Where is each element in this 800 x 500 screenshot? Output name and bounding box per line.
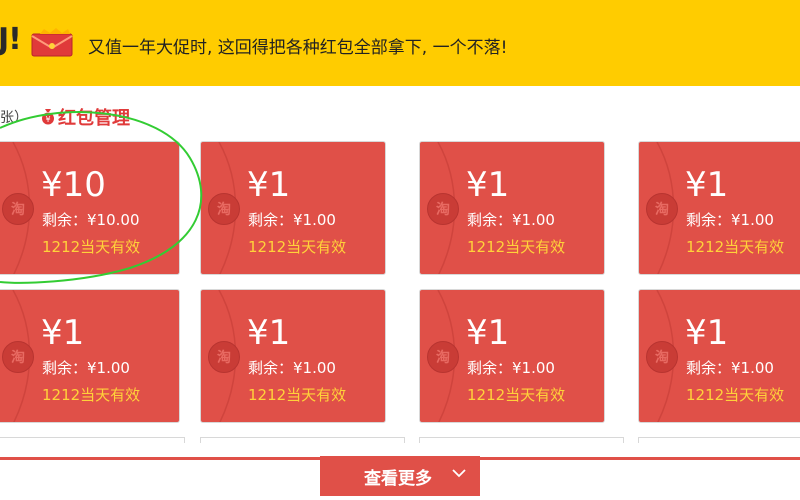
chevron-down-icon[interactable]	[452, 468, 466, 478]
red-packet-card[interactable]: 淘 ¥1 剩余：¥1.00 1212当天有效	[419, 141, 605, 275]
packet-validity: 1212当天有效	[467, 238, 566, 256]
section-count-fragment: 张）	[0, 110, 28, 126]
packet-remaining: 剩余：¥1.00	[686, 359, 774, 377]
red-packet-card[interactable]: 淘 ¥10 剩余：¥10.00 1212当天有效	[0, 141, 180, 275]
red-envelope-icon	[31, 28, 73, 57]
packet-validity: 1212当天有效	[248, 386, 347, 404]
banner-slogan: 又值一年大促时, 这回得把各种红包全部拿下, 一个不落!	[88, 38, 508, 58]
partial-packet	[200, 437, 405, 443]
taobao-seal-icon: 淘	[2, 193, 34, 225]
packet-remaining: 剩余：¥1.00	[467, 359, 555, 377]
packet-remaining: 剩余：¥1.00	[686, 211, 774, 229]
packet-remaining: 剩余：¥1.00	[42, 359, 130, 377]
svg-text:¥: ¥	[45, 115, 50, 124]
view-more-label[interactable]: 查看更多	[364, 464, 432, 489]
packet-amount: ¥1	[247, 165, 291, 205]
packet-amount: ¥1	[685, 165, 729, 205]
packet-remaining: 剩余：¥1.00	[248, 359, 336, 377]
packet-validity: 1212当天有效	[42, 386, 141, 404]
packet-validity: 1212当天有效	[42, 238, 141, 256]
packet-validity: 1212当天有效	[248, 238, 347, 256]
packet-amount: ¥1	[466, 165, 510, 205]
partial-packet	[0, 437, 185, 443]
red-packet-management-link[interactable]: 红包管理	[58, 104, 130, 130]
money-bag-icon: ¥	[42, 109, 54, 125]
taobao-seal-icon: 淘	[427, 193, 459, 225]
packet-validity: 1212当天有效	[686, 238, 785, 256]
partial-packet	[638, 437, 800, 443]
packet-validity: 1212当天有效	[686, 386, 785, 404]
banner-logo-fragment: J!	[0, 22, 22, 57]
red-packet-card[interactable]: 淘 ¥1 剩余：¥1.00 1212当天有效	[200, 141, 386, 275]
packet-amount: ¥1	[41, 313, 85, 353]
packet-amount: ¥10	[41, 165, 106, 205]
red-packet-card[interactable]: 淘 ¥1 剩余：¥1.00 1212当天有效	[419, 289, 605, 423]
packet-amount: ¥1	[247, 313, 291, 353]
red-packet-card[interactable]: 淘 ¥1 剩余：¥1.00 1212当天有效	[638, 141, 800, 275]
taobao-seal-icon: 淘	[208, 341, 240, 373]
packet-amount: ¥1	[685, 313, 729, 353]
packet-remaining: 剩余：¥1.00	[248, 211, 336, 229]
packet-validity: 1212当天有效	[467, 386, 566, 404]
taobao-seal-icon: 淘	[427, 341, 459, 373]
partial-packet	[419, 437, 624, 443]
packet-amount: ¥1	[466, 313, 510, 353]
taobao-seal-icon: 淘	[2, 341, 34, 373]
taobao-seal-icon: 淘	[646, 341, 678, 373]
taobao-seal-icon: 淘	[646, 193, 678, 225]
packet-remaining: 剩余：¥1.00	[467, 211, 555, 229]
red-packet-card[interactable]: 淘 ¥1 剩余：¥1.00 1212当天有效	[0, 289, 180, 423]
page-root: J! 又值一年大促时, 这回得把各种红包全部拿下, 一个不落! 张） ¥ 红包管…	[0, 0, 800, 500]
promo-banner: J! 又值一年大促时, 这回得把各种红包全部拿下, 一个不落!	[0, 0, 800, 86]
taobao-seal-icon: 淘	[208, 193, 240, 225]
red-packet-card[interactable]: 淘 ¥1 剩余：¥1.00 1212当天有效	[638, 289, 800, 423]
red-packet-card[interactable]: 淘 ¥1 剩余：¥1.00 1212当天有效	[200, 289, 386, 423]
packet-remaining: 剩余：¥10.00	[42, 211, 140, 229]
